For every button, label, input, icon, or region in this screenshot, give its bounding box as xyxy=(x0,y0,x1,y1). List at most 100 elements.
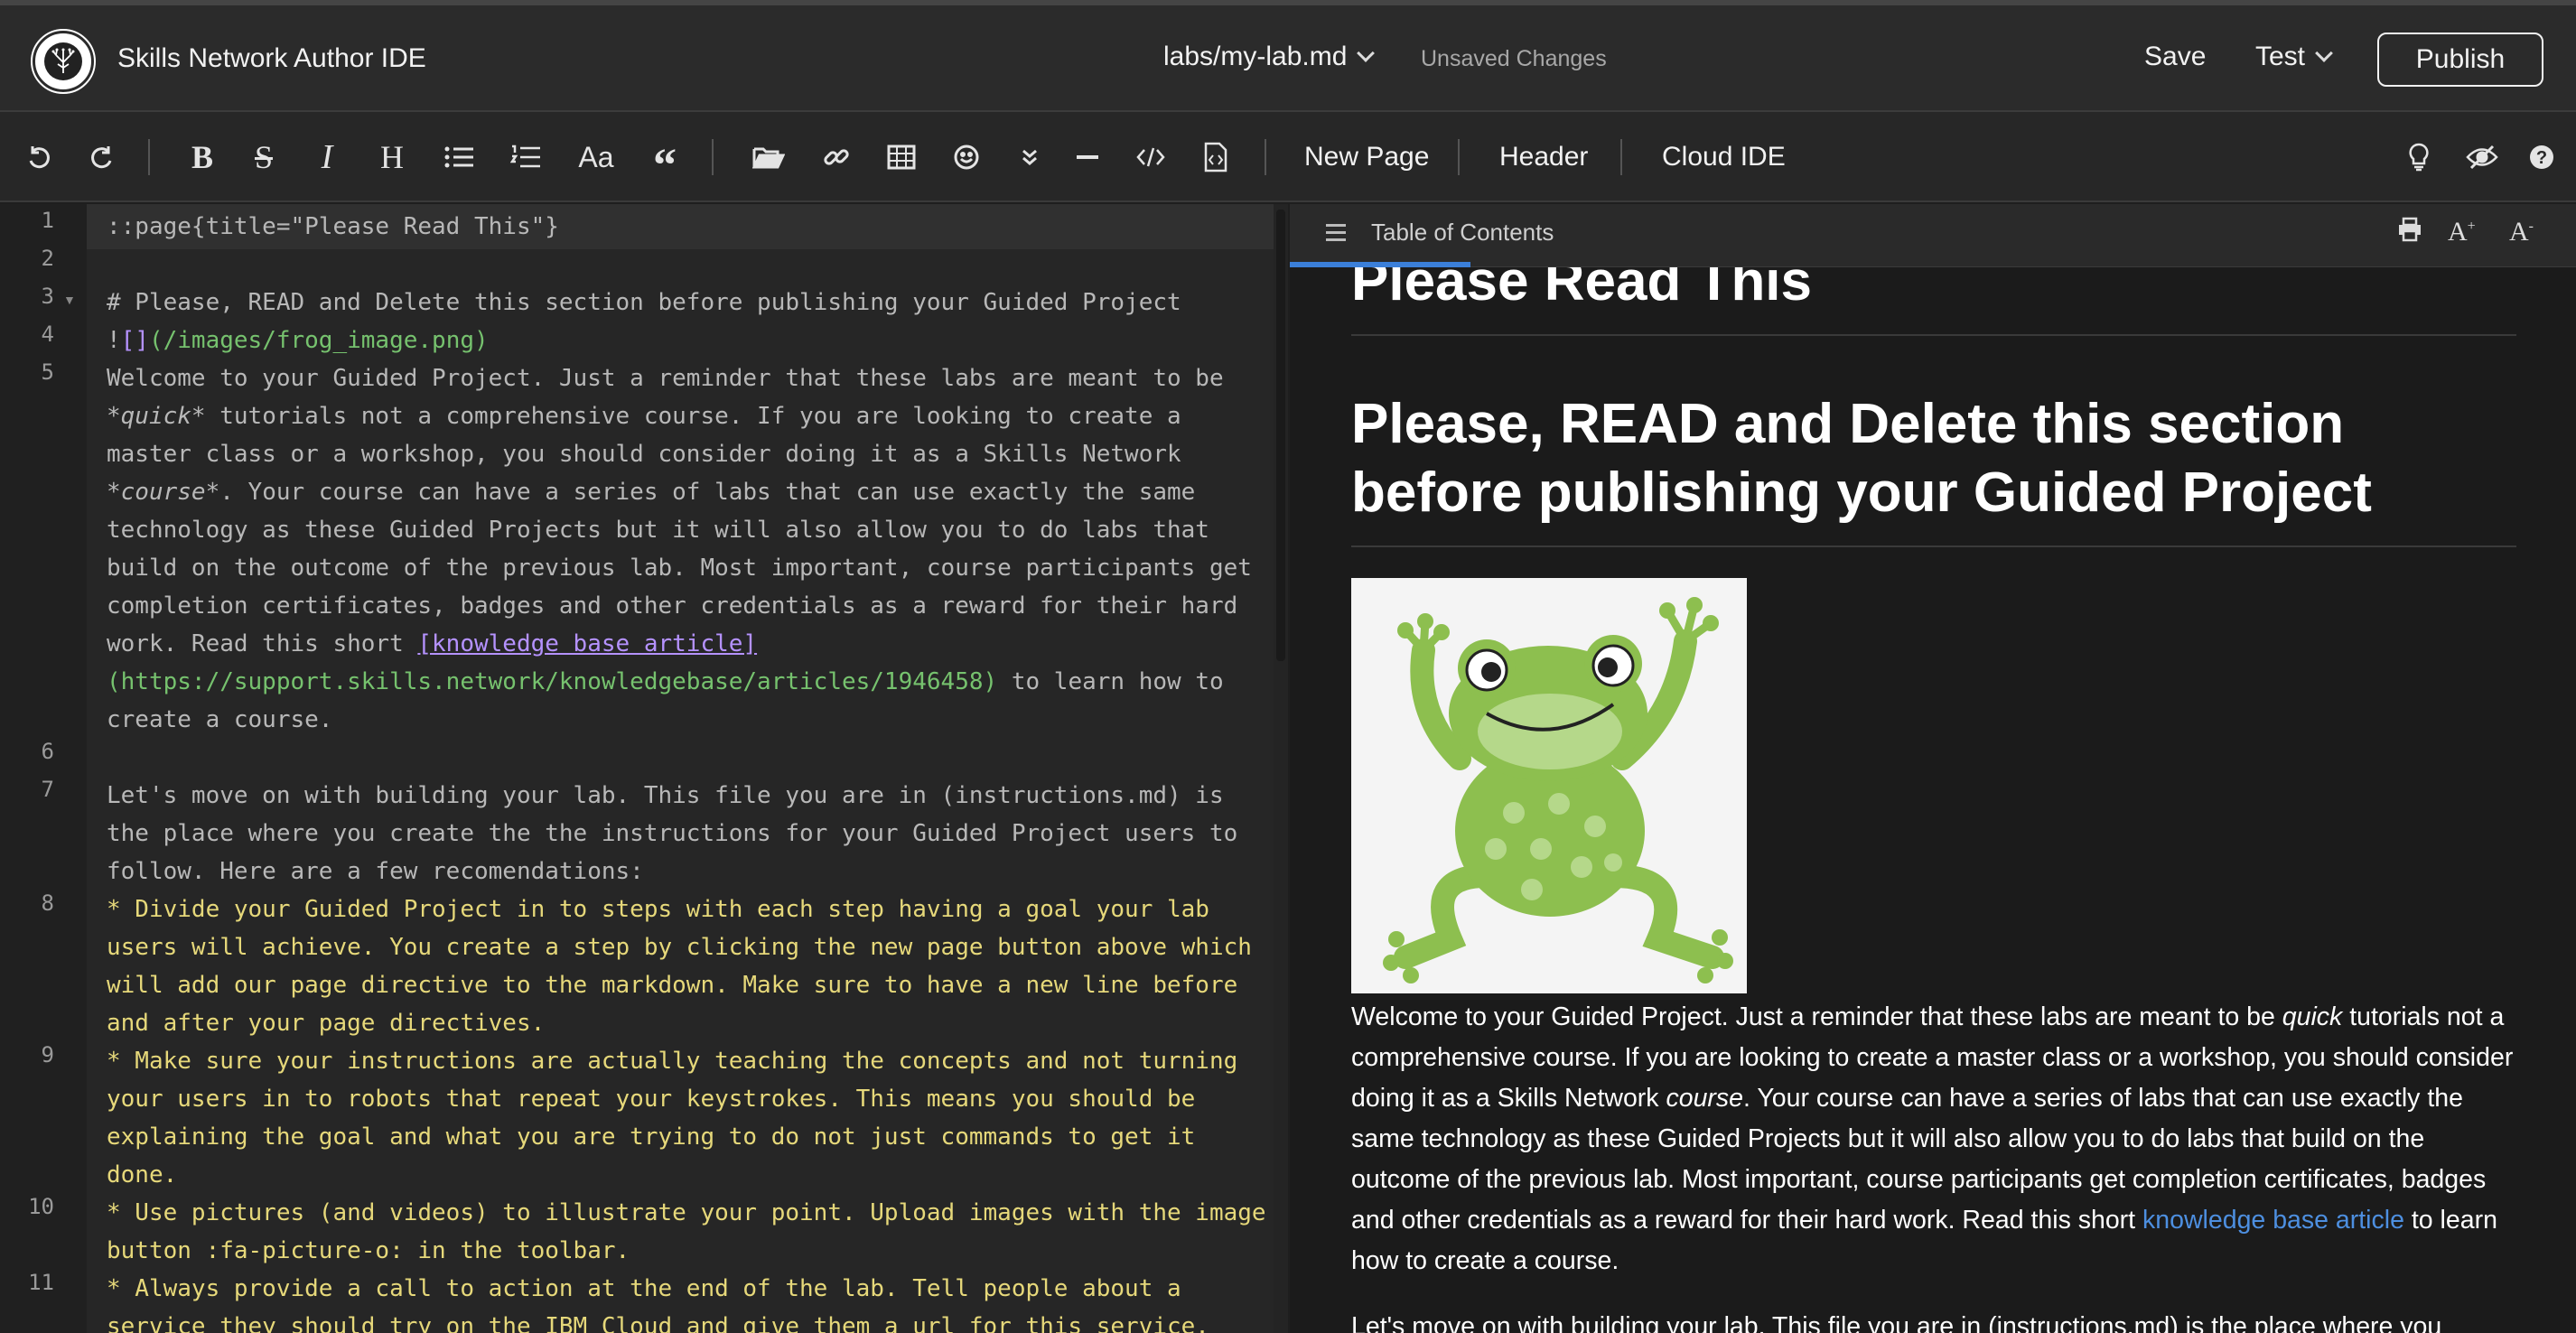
text-run: Welcome to your Guided Project. Just a r… xyxy=(1351,1002,2282,1032)
frog-image xyxy=(1351,578,1747,994)
fold-arrow-icon[interactable]: ▼ xyxy=(63,293,76,307)
app-title: Skills Network Author IDE xyxy=(117,43,426,73)
emphasis-text: course xyxy=(1666,1084,1744,1114)
editor-scrollbar-thumb[interactable] xyxy=(1276,210,1285,661)
editor-toolbar: B S I H Aa “ New Page Header Cloud IDE ? xyxy=(0,112,2576,202)
line-number: 9 xyxy=(41,1042,54,1067)
code-line: users will achieve. You create a step by… xyxy=(107,934,1252,961)
help-icon[interactable]: ? xyxy=(2525,132,2558,182)
code-link-token: [knowledge base article] xyxy=(417,630,758,657)
save-button[interactable]: Save xyxy=(2144,42,2206,72)
chevron-down-icon xyxy=(1357,44,1376,62)
publish-button[interactable]: Publish xyxy=(2377,33,2543,87)
strikethrough-icon[interactable]: S xyxy=(246,132,282,182)
italic-icon[interactable]: I xyxy=(309,132,345,182)
test-dropdown[interactable]: Test xyxy=(2255,42,2333,72)
line-number: 10 xyxy=(28,1194,54,1219)
header-button[interactable]: Header xyxy=(1499,142,1588,172)
link-icon[interactable] xyxy=(818,132,854,182)
code-file-icon[interactable] xyxy=(1198,132,1234,182)
svg-text:?: ? xyxy=(2536,148,2547,168)
code-icon[interactable] xyxy=(1133,132,1169,182)
code-line: Let's move on with building your lab. Th… xyxy=(107,782,1224,809)
emoji-icon[interactable] xyxy=(948,132,985,182)
code-line: * Make sure your instructions are actual… xyxy=(107,1048,1238,1075)
code-line: follow. Here are a few recomendations: xyxy=(107,858,644,885)
numbered-list-icon[interactable] xyxy=(508,132,544,182)
code-token: ! xyxy=(107,327,121,354)
code-line: explaining the goal and what you are try… xyxy=(107,1123,1196,1151)
preview-content: Please Read This Please, READ and Delete… xyxy=(1351,250,2516,1333)
code-line: and after your page directives. xyxy=(107,1010,546,1037)
eye-slash-icon[interactable] xyxy=(2464,132,2500,182)
intro-paragraph: Welcome to your Guided Project. Just a r… xyxy=(1351,997,2516,1282)
toolbar-divider xyxy=(1620,139,1622,175)
chevron-down-icon xyxy=(2315,44,2333,62)
line-gutter: 1 2 3 ▼ 4 5 6 7 8 9 10 11 xyxy=(0,204,87,1333)
code-line: # Please, READ and Delete this section b… xyxy=(107,289,1181,316)
redo-icon[interactable] xyxy=(83,132,119,182)
decrease-font-icon[interactable]: A- xyxy=(2509,217,2534,247)
hamburger-menu-icon[interactable] xyxy=(1326,224,1346,246)
toc-title[interactable]: Table of Contents xyxy=(1371,219,1554,247)
section-heading: Please, READ and Delete this section bef… xyxy=(1351,390,2516,548)
toolbar-divider xyxy=(148,139,150,175)
toolbar-divider xyxy=(1265,139,1266,175)
code-line: completion certificates, badges and othe… xyxy=(107,592,1238,620)
quote-icon[interactable]: “ xyxy=(647,132,683,191)
print-icon[interactable] xyxy=(2397,217,2422,248)
file-selector[interactable]: labs/my-lab.md xyxy=(1163,42,1376,72)
tree-icon xyxy=(44,42,82,80)
code-line: the place where you create the the instr… xyxy=(107,820,1238,847)
preview-pane[interactable]: Please Read This Please, READ and Delete… xyxy=(1290,204,2576,1333)
font-size-icon[interactable]: Aa xyxy=(576,132,616,182)
code-line: will add our page directive to the markd… xyxy=(107,972,1238,999)
markdown-editor[interactable]: 1 2 3 ▼ 4 5 6 7 8 9 10 11 ::page{title="… xyxy=(0,204,1288,1333)
bullet-list-icon[interactable] xyxy=(441,132,477,182)
code-line: service they should try on the IBM Cloud… xyxy=(107,1313,1209,1333)
line-number: 4 xyxy=(41,322,54,347)
save-status: Unsaved Changes xyxy=(1421,46,1607,71)
frog-illustration xyxy=(1351,578,1747,994)
code-token: *course* xyxy=(107,479,220,506)
folder-open-icon[interactable] xyxy=(750,132,788,182)
toc-active-indicator xyxy=(1290,262,1470,267)
code-line: button :fa-picture-o: in the toolbar. xyxy=(107,1237,630,1264)
knowledge-base-link[interactable]: knowledge base article xyxy=(2142,1206,2404,1235)
line-number: 2 xyxy=(41,246,54,271)
cloud-ide-button[interactable]: Cloud IDE xyxy=(1662,142,1786,172)
code-line: * Divide your Guided Project in to steps… xyxy=(107,896,1209,923)
table-icon[interactable] xyxy=(883,132,919,182)
line-number: 3 xyxy=(41,284,54,309)
code-line: master class or a workshop, you should c… xyxy=(107,441,1181,468)
heading-icon[interactable]: H xyxy=(374,132,410,182)
code-line: work. Read this short [knowledge base ar… xyxy=(107,625,757,663)
toolbar-divider xyxy=(712,139,714,175)
code-line: Welcome to your Guided Project. Just a r… xyxy=(107,365,1224,392)
code-token: to learn how to xyxy=(997,668,1224,695)
collapse-icon[interactable] xyxy=(1012,132,1048,182)
undo-icon[interactable] xyxy=(22,132,58,182)
toc-bar: Table of Contents A+ A- xyxy=(1290,204,2576,267)
line-number: 8 xyxy=(41,890,54,916)
new-page-button[interactable]: New Page xyxy=(1304,142,1429,172)
emphasis-text: quick xyxy=(2282,1002,2343,1032)
line-number: 5 xyxy=(41,359,54,385)
horizontal-rule-icon[interactable] xyxy=(1069,132,1106,182)
code-token: . Your course can have a series of labs … xyxy=(219,479,1196,506)
lab-paragraph: Let's move on with building your lab. Th… xyxy=(1351,1312,2442,1333)
line-number: 7 xyxy=(41,777,54,802)
line-number: 1 xyxy=(41,208,54,233)
code-token: [] xyxy=(120,327,149,354)
code-token: tutorials not a comprehensive course. If… xyxy=(205,403,1181,430)
code-line: ::page{title="Please Read This"} xyxy=(107,213,559,240)
code-line: ![](/images/frog_image.png) xyxy=(107,322,489,359)
line-number: 11 xyxy=(28,1270,54,1295)
increase-font-icon[interactable]: A+ xyxy=(2448,217,2476,247)
code-line: technology as these Guided Projects but … xyxy=(107,517,1209,544)
bold-icon[interactable]: B xyxy=(184,132,220,182)
code-area[interactable]: ::page{title="Please Read This"} # Pleas… xyxy=(87,204,1274,1333)
line-number: 6 xyxy=(41,739,54,764)
lightbulb-icon[interactable] xyxy=(2403,132,2435,182)
toolbar-divider xyxy=(1458,139,1460,175)
